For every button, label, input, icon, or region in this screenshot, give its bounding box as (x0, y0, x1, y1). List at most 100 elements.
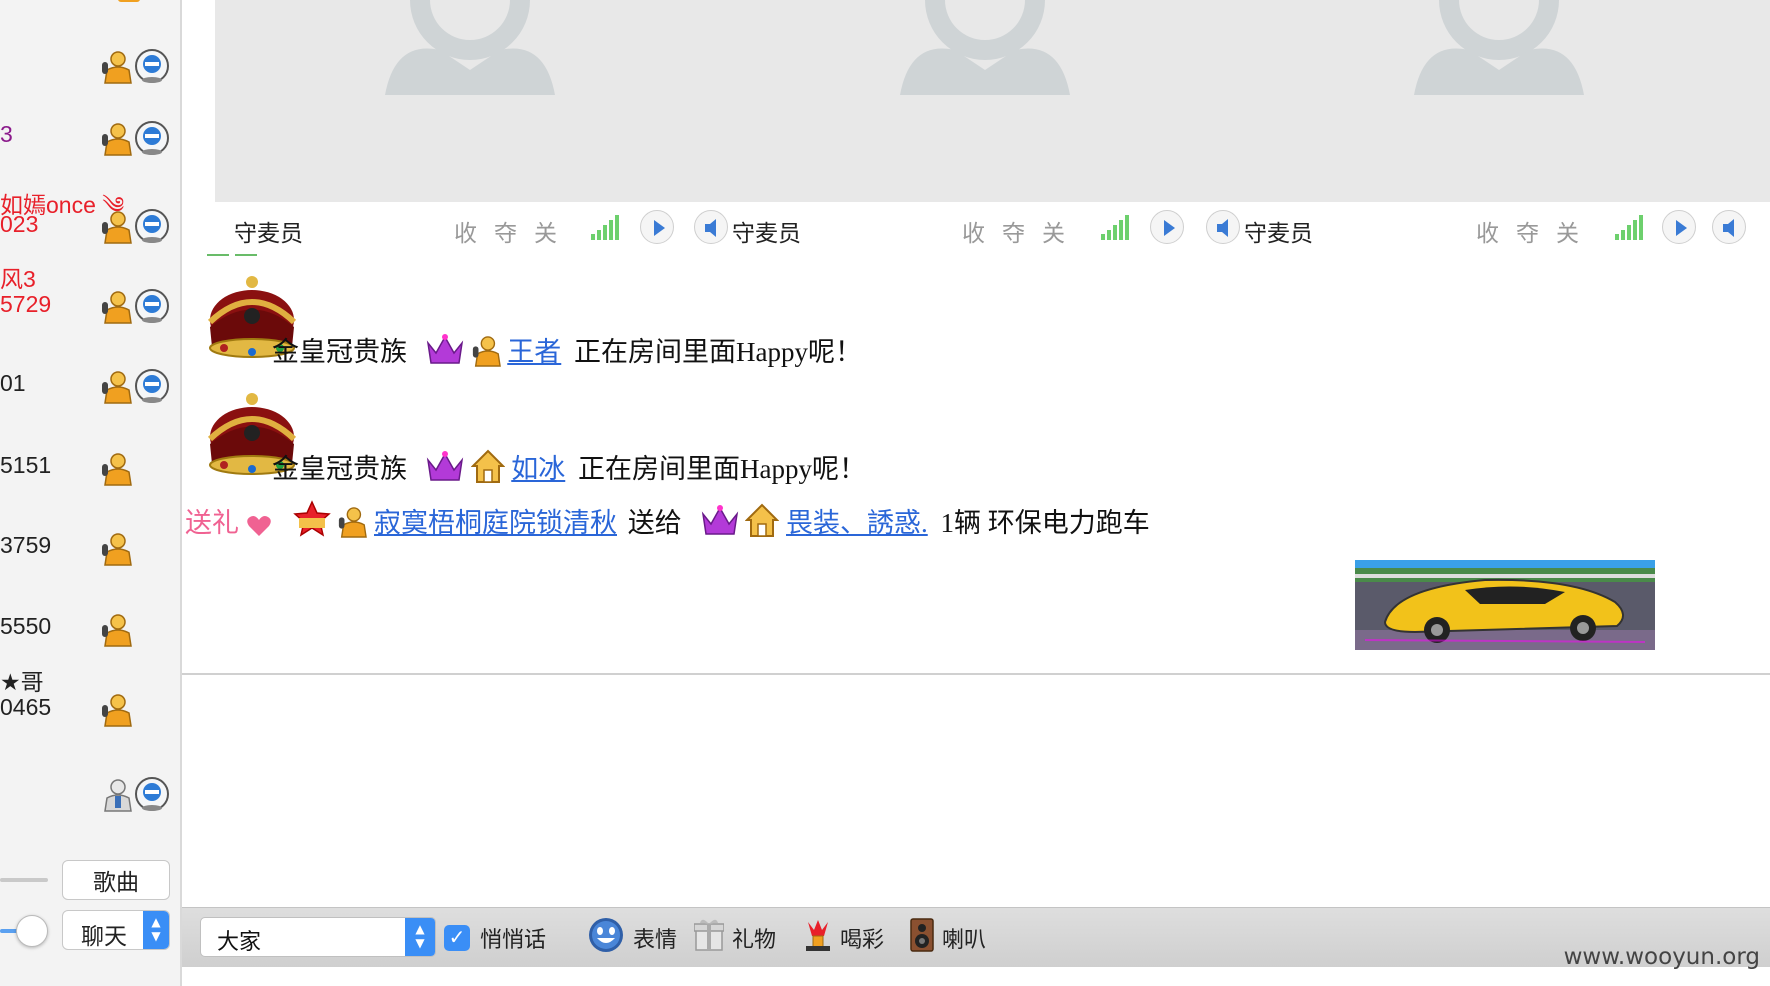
song-button[interactable]: 歌曲 (62, 860, 170, 900)
watermark: www.wooyun.org (1563, 944, 1760, 970)
select-arrows-icon: ▲ ▼ (405, 918, 435, 956)
play-icon[interactable] (1150, 210, 1184, 244)
user-name: 01 (0, 370, 26, 396)
take-mic-button[interactable]: 收 (1476, 214, 1499, 248)
mic-slot: 守麦员 收 夺 关 (1206, 202, 1770, 254)
user-row[interactable]: 3759 (0, 532, 180, 582)
mic-user-icon (100, 613, 132, 647)
camera-icon[interactable] (134, 368, 170, 404)
receiver-link[interactable]: 畏装、誘惑. (786, 508, 928, 538)
gift-message: 送礼 寂寞梧桐庭院锁清秋 送给 畏装、誘惑. 1辆 环保电力跑车 (185, 500, 1150, 545)
user-row[interactable] (0, 772, 180, 822)
gift-button[interactable]: 礼物 (693, 918, 777, 958)
gift-label: 礼物 (732, 928, 777, 953)
purple-crown-icon (426, 333, 464, 374)
house-icon (470, 448, 505, 491)
video-placeholder-icon (1414, 0, 1584, 95)
star-badge-icon (292, 500, 331, 545)
user-id: 023 (0, 211, 39, 237)
camera-icon[interactable] (134, 776, 170, 812)
gift-box-icon (693, 918, 725, 958)
volume-slider-track[interactable] (0, 878, 48, 882)
recipient-select[interactable]: 大家 ▲ ▼ (200, 917, 436, 957)
user-id: 0465 (0, 694, 52, 720)
mic-user-icon (100, 532, 132, 566)
gift-name: 1辆 环保电力跑车 (940, 508, 1150, 538)
close-mic-button[interactable]: 关 (1556, 214, 1579, 248)
mic-icon (112, 0, 152, 4)
play-icon[interactable] (640, 210, 674, 244)
mic-bar: 守麦员 收 夺 关 守麦员 收 夺 关 守麦员 收 夺 关 (182, 202, 1770, 254)
camera-icon[interactable] (134, 288, 170, 324)
signal-icon (1614, 214, 1644, 240)
user-name: ★哥 (0, 669, 44, 695)
mic-user-icon (100, 452, 132, 486)
chat-room-window: 3 如嫣once ༄ 023 风3 5729 01 5151 3759 5550… (0, 0, 1770, 986)
close-mic-button[interactable]: 关 (1042, 214, 1065, 248)
volume-icon[interactable] (694, 210, 728, 244)
user-row[interactable]: ★哥 0465 (0, 663, 180, 733)
cheer-button[interactable]: 喝彩 (804, 919, 884, 957)
whisper-label[interactable]: 悄悄话 (480, 919, 546, 957)
volume-icon[interactable] (1206, 210, 1240, 244)
user-row[interactable] (0, 42, 180, 92)
chat-toolbar: 大家 ▲ ▼ ✓ 悄悄话 表情 礼物 喝彩 喇叭 (182, 907, 1770, 967)
whisper-text: 悄悄话 (480, 928, 547, 953)
camera-icon[interactable] (134, 208, 170, 244)
chat-messages: 金皇冠贵族 王者 正在房间里面Happy呢！ 金皇冠贵族 如冰 正在房间里面Ha… (182, 254, 1770, 666)
chat-mode-select[interactable]: 聊天 ▲ ▼ (62, 910, 170, 950)
chat-mode-value: 聊天 (81, 924, 127, 950)
user-list: 3 如嫣once ༄ 023 风3 5729 01 5151 3759 5550… (0, 0, 182, 986)
gift-tag: 送礼 (185, 508, 239, 538)
sender-link[interactable]: 寂寞梧桐庭院锁清秋 (374, 508, 617, 538)
user-link[interactable]: 如冰 (511, 454, 565, 484)
purple-crown-icon (426, 450, 464, 491)
take-mic-button[interactable]: 收 (962, 214, 985, 248)
grab-mic-button[interactable]: 夺 (1002, 214, 1025, 248)
message-input[interactable] (182, 675, 1770, 907)
user-row[interactable]: 3 (0, 114, 180, 164)
camera-icon[interactable] (134, 48, 170, 84)
user-name: 3 (0, 121, 13, 147)
user-row[interactable]: 01 (0, 368, 180, 420)
mic-user-icon (100, 210, 132, 244)
emoji-label: 表情 (633, 928, 678, 953)
play-icon[interactable] (1662, 210, 1696, 244)
cheer-label: 喝彩 (840, 928, 885, 953)
video-placeholder-icon (385, 0, 555, 95)
user-row[interactable]: 风3 5729 (0, 260, 180, 330)
mic-user-icon (100, 370, 132, 404)
user-row[interactable]: 如嫣once ༄ 023 (0, 180, 180, 250)
signal-icon (590, 214, 620, 240)
mic-slot-label: 守麦员 (234, 221, 303, 247)
whisper-checkbox[interactable]: ✓ (444, 925, 470, 951)
user-icon (100, 778, 132, 812)
grab-mic-button[interactable]: 夺 (494, 214, 517, 248)
take-mic-button[interactable]: 收 (454, 214, 477, 248)
close-mic-button[interactable]: 关 (534, 214, 557, 248)
video-placeholder-icon (900, 0, 1070, 95)
speaker-button[interactable]: 喇叭 (910, 918, 986, 957)
emoji-button[interactable]: 表情 (587, 916, 678, 960)
house-icon (744, 502, 780, 545)
user-id: 5729 (0, 291, 52, 317)
user-row[interactable]: 5151 (0, 452, 180, 502)
volume-icon[interactable] (1712, 210, 1746, 244)
mic-user-icon (471, 335, 501, 374)
chat-message: 金皇冠贵族 王者 正在房间里面Happy呢！ (272, 330, 862, 374)
cheer-icon (804, 918, 832, 958)
user-name: 风3 (0, 266, 36, 292)
mic-user-icon (100, 50, 132, 84)
camera-icon[interactable] (134, 120, 170, 156)
grab-mic-button[interactable]: 夺 (1516, 214, 1539, 248)
mic-user-icon (337, 506, 368, 545)
video-area (215, 0, 1770, 202)
user-row[interactable]: 5550 (0, 613, 180, 663)
user-link[interactable]: 王者 (507, 337, 561, 367)
user-name: 5550 (0, 613, 52, 639)
mic-slider-knob[interactable] (16, 915, 48, 947)
mic-slot: 守麦员 收 夺 关 (694, 202, 1214, 254)
select-arrows-icon: ▲ ▼ (143, 911, 169, 949)
smiley-icon (587, 916, 625, 960)
rank-label: 金皇冠贵族 (272, 337, 407, 367)
